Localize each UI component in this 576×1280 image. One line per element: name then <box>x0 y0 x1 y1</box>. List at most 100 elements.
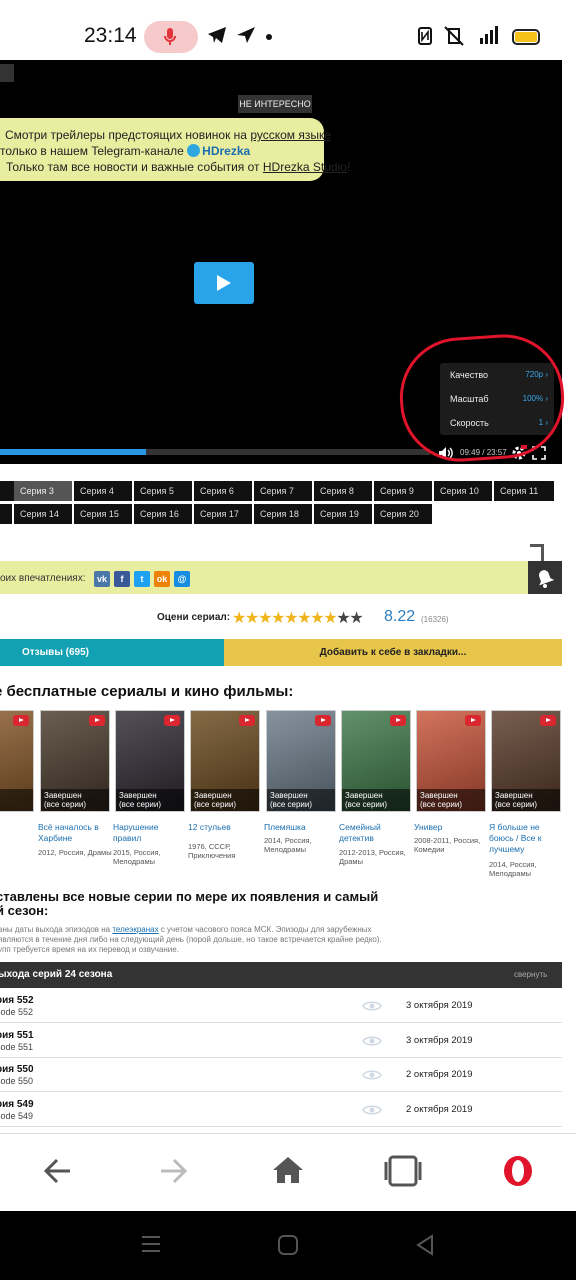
youtube-icon[interactable] <box>465 715 481 726</box>
poster-card[interactable]: Завершен (все серии) <box>341 710 411 812</box>
poster-meta: 2015, Россия, Мелодрамы <box>113 848 161 866</box>
episode-button[interactable]: Серия 8 <box>314 481 372 501</box>
hdrezka-link[interactable]: HDrezka <box>202 144 250 158</box>
subscribe-button[interactable] <box>528 561 562 594</box>
rating-star-icon[interactable]: ★ <box>336 610 350 627</box>
rating-star-icon[interactable]: ★ <box>310 610 324 627</box>
youtube-icon[interactable] <box>239 715 255 726</box>
collapse-link[interactable]: свернуть <box>514 970 547 979</box>
recents-icon[interactable] <box>140 1234 162 1254</box>
signal-icon <box>480 26 498 44</box>
episode-button[interactable]: Серия 19 <box>314 504 372 524</box>
facebook-icon[interactable]: f <box>114 571 130 587</box>
rating-label: Оцени сериал: <box>157 612 231 623</box>
episode-button-partial[interactable] <box>0 504 12 524</box>
play-icon <box>217 275 231 291</box>
back-arrow-icon[interactable] <box>42 1157 74 1185</box>
poster-card[interactable]: Завершен (все серии) <box>491 710 561 812</box>
poster-card[interactable]: Завершен (все серии) <box>115 710 185 812</box>
back-button-icon[interactable] <box>414 1234 436 1256</box>
poster-meta: 2012, Россия, Драмы <box>38 848 112 857</box>
episode-button[interactable]: Серия 18 <box>254 504 312 524</box>
bell-icon <box>538 570 555 588</box>
poster-title-link[interactable]: Д <box>0 822 34 833</box>
add-bookmark-tab[interactable]: Добавить к себе в закладки... <box>224 639 562 666</box>
russian-link[interactable]: русском языке <box>250 128 331 142</box>
rating-star-icon[interactable]: ★ <box>232 610 246 627</box>
poster-card[interactable]: ении) <box>0 710 34 812</box>
rating-star-icon[interactable]: ★ <box>258 610 272 627</box>
youtube-icon[interactable] <box>164 715 180 726</box>
forward-arrow-icon[interactable] <box>157 1157 189 1185</box>
rating-stars[interactable]: ★★★★★★★★★★ <box>232 608 364 628</box>
poster-title-link[interactable]: Универ <box>414 822 486 833</box>
rating-star-icon[interactable]: ★ <box>284 610 298 627</box>
poster-title-link[interactable]: Племяшка <box>264 822 336 833</box>
vk-icon[interactable]: vk <box>94 571 110 587</box>
microphone-icon <box>164 28 176 45</box>
poster-card[interactable]: Завершен (все серии) <box>266 710 336 812</box>
reviews-tab[interactable]: Отзывы (695) <box>0 639 224 666</box>
eye-icon[interactable] <box>362 1104 382 1116</box>
poster-card[interactable]: Завершен (все серии) <box>190 710 260 812</box>
poster-title-link[interactable]: Я больше не боюсь / Все к лучшему <box>489 822 561 855</box>
hdrezka-studio-link[interactable]: HDrezka Studio <box>263 160 347 174</box>
eye-icon[interactable] <box>362 1069 382 1081</box>
episode-button[interactable]: Серия 14 <box>14 504 72 524</box>
rating-star-icon[interactable]: ★ <box>349 610 363 627</box>
rating-star-icon[interactable]: ★ <box>297 610 311 627</box>
home-icon[interactable] <box>271 1155 305 1185</box>
home-button-icon[interactable] <box>277 1234 299 1256</box>
opera-menu-icon[interactable] <box>502 1154 534 1188</box>
player-corner-button[interactable] <box>0 64 14 82</box>
tabs-icon[interactable] <box>383 1154 423 1188</box>
poster-title-link[interactable]: Семейный детектив <box>339 822 411 844</box>
battery-icon <box>512 29 540 45</box>
youtube-icon[interactable] <box>390 715 406 726</box>
schedule-table-title: ыхода серий 24 сезона <box>0 969 113 980</box>
youtube-icon[interactable] <box>315 715 331 726</box>
youtube-icon[interactable] <box>13 715 29 726</box>
episode-button-partial[interactable] <box>0 481 14 501</box>
poster-card[interactable]: Завершен (все серии) <box>416 710 486 812</box>
youtube-icon[interactable] <box>89 715 105 726</box>
episode-button[interactable]: Серия 17 <box>194 504 252 524</box>
episode-button[interactable]: Серия 9 <box>374 481 432 501</box>
table-row: рия 552sode 552 3 октября 2019 <box>0 989 562 1023</box>
episode-original-name: sode 552 <box>0 1007 34 1017</box>
tv-link[interactable]: телеэкранах <box>112 925 158 934</box>
twitter-icon[interactable]: t <box>134 571 150 587</box>
episode-button[interactable]: Серия 11 <box>494 481 554 501</box>
telegram-icon <box>208 27 226 43</box>
odnoklassniki-icon[interactable]: ok <box>154 571 170 587</box>
youtube-icon[interactable] <box>540 715 556 726</box>
rating-star-icon[interactable]: ★ <box>245 610 259 627</box>
telegram-icon <box>187 144 201 157</box>
eye-icon[interactable] <box>362 1035 382 1047</box>
episode-button[interactable]: Серия 20 <box>374 504 432 524</box>
telegram-promo-banner[interactable]: Смотри трейлеры предстоящих новинок на р… <box>0 118 350 181</box>
poster-card[interactable]: Завершен (все серии) <box>40 710 110 812</box>
episode-button[interactable]: Серия 4 <box>74 481 132 501</box>
poster-title-link[interactable]: 12 стульев <box>188 822 260 833</box>
episode-button[interactable]: Серия 6 <box>194 481 252 501</box>
report-problem-link[interactable]: Есть ошибки или проблемы с сериалом? Соо… <box>200 541 455 552</box>
episode-button[interactable]: Серия 16 <box>134 504 192 524</box>
poster-title-link[interactable]: Нарушение правил <box>113 822 185 844</box>
episode-button[interactable]: Серия 7 <box>254 481 312 501</box>
play-button[interactable] <box>194 262 254 304</box>
episode-date: 2 октября 2019 <box>406 1103 473 1115</box>
eye-icon[interactable] <box>362 1000 382 1012</box>
episode-button[interactable]: Серия 5 <box>134 481 192 501</box>
moimir-icon[interactable]: @ <box>174 571 190 587</box>
poster-meta: 2008-2011, Россия, Комедии <box>414 836 481 854</box>
not-interested-button[interactable]: НЕ ИНТЕРЕСНО <box>238 95 312 113</box>
poster-title-link[interactable]: Всё началось в Харбине <box>38 822 110 844</box>
rating-star-icon[interactable]: ★ <box>323 610 337 627</box>
rating-star-icon[interactable]: ★ <box>271 610 285 627</box>
episode-button[interactable]: Серия 3 <box>14 481 72 501</box>
episode-original-name: sode 549 <box>0 1110 34 1121</box>
episode-button[interactable]: Серия 15 <box>74 504 132 524</box>
poster-status: Завершен (все серии) <box>41 789 109 811</box>
episode-button[interactable]: Серия 10 <box>434 481 492 501</box>
